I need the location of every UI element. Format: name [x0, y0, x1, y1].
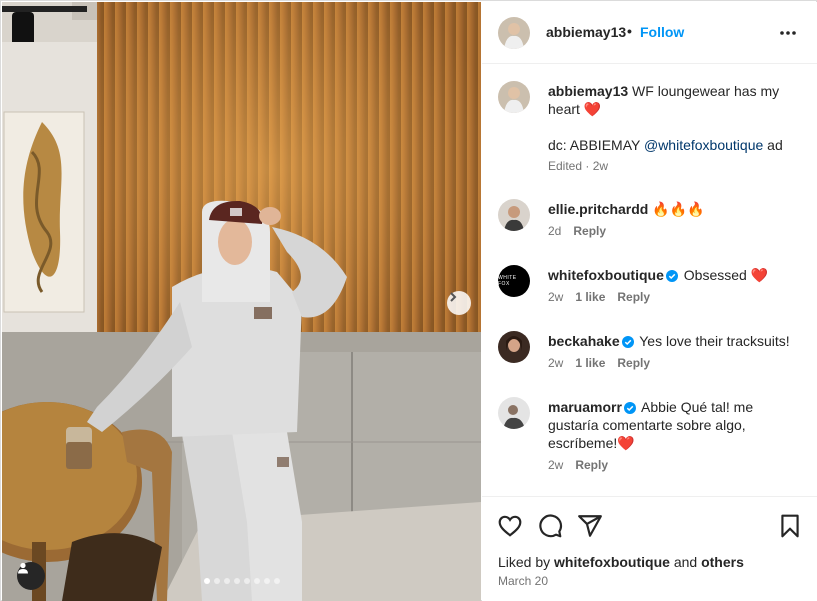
comment-meta: 2w Reply	[548, 458, 620, 472]
reply-button[interactable]: Reply	[617, 290, 650, 304]
post-actions: Liked by whitefoxboutique and others Mar…	[482, 496, 817, 601]
caption-meta: Edited · 2w	[548, 159, 609, 173]
verified-badge-icon	[623, 402, 636, 414]
reply-button[interactable]: Reply	[575, 458, 608, 472]
carousel-dot	[253, 578, 260, 584]
caption-mention[interactable]: @whitefoxboutique	[644, 137, 763, 153]
post-modal: abbiemay13 • Follow abbiemay13 WF lounge…	[0, 0, 817, 601]
comment-meta: 2w 1 like Reply	[548, 356, 662, 370]
author-username[interactable]: abbiemay13	[546, 24, 626, 40]
avatar-brand-text: WHITE FOX	[498, 275, 517, 287]
comment-time: 2d	[548, 224, 562, 238]
carousel-dot	[223, 578, 230, 584]
carousel-dot	[243, 578, 250, 584]
comment-icon[interactable]	[537, 513, 563, 539]
carousel-dot	[213, 578, 220, 584]
chevron-right-icon	[450, 292, 457, 302]
comment-username[interactable]: maruamorr	[548, 399, 622, 415]
comment-meta: 2w 1 like Reply	[548, 290, 662, 304]
caption-avatar[interactable]	[498, 81, 530, 113]
caption-line2-prefix: dc: ABBIEMAY	[548, 137, 644, 153]
comment-avatar[interactable]	[498, 397, 530, 429]
share-icon[interactable]	[577, 513, 603, 539]
header-separator: •	[627, 23, 632, 39]
comment-time: 2w	[548, 356, 564, 370]
comment-likes[interactable]: 1 like	[575, 356, 605, 370]
comment-body: 🔥🔥🔥	[648, 201, 705, 217]
comment-username[interactable]: beckahake	[548, 333, 620, 349]
carousel-dot	[233, 578, 240, 584]
comment-avatar[interactable]	[498, 331, 530, 363]
liked-user[interactable]: whitefoxboutique	[554, 554, 670, 570]
post-date[interactable]: March 20	[498, 574, 548, 588]
liked-and: and	[669, 554, 702, 570]
comment-text: whitefoxboutique Obsessed ❤️	[548, 266, 803, 284]
post-panel: abbiemay13 • Follow abbiemay13 WF lounge…	[482, 2, 817, 601]
photo-illustration	[2, 2, 481, 601]
comment-item: WHITE FOX whitefoxboutique Obsessed ❤️ 2…	[482, 263, 817, 313]
comment-text: beckahake Yes love their tracksuits!	[548, 332, 803, 350]
author-avatar[interactable]	[498, 17, 530, 49]
liked-prefix: Liked by	[498, 554, 555, 570]
caption-text: abbiemay13 WF loungewear has my heart ❤️…	[548, 82, 803, 154]
next-image-button[interactable]	[447, 291, 471, 315]
post-header: abbiemay13 • Follow	[482, 2, 817, 64]
caption-username[interactable]: abbiemay13	[548, 83, 628, 99]
comment-text: maruamorr Abbie Qué tal! me gustaría com…	[548, 398, 803, 452]
verified-badge-icon	[665, 270, 678, 282]
comment-time: 2w	[548, 290, 564, 304]
follow-button[interactable]: Follow	[640, 24, 684, 40]
comment-avatar[interactable]: WHITE FOX	[498, 265, 530, 297]
reply-button[interactable]: Reply	[617, 356, 650, 370]
comment-username[interactable]: whitefoxboutique	[548, 267, 664, 283]
carousel-dot	[203, 578, 210, 584]
liked-others[interactable]: others	[701, 554, 744, 570]
post-photo[interactable]	[2, 2, 481, 601]
comment-time: 2w	[548, 458, 564, 472]
carousel-dot	[263, 578, 270, 584]
comment-body: Yes love their tracksuits!	[635, 333, 790, 349]
comments-list[interactable]: abbiemay13 WF loungewear has my heart ❤️…	[482, 65, 817, 495]
liked-by: Liked by whitefoxboutique and others	[498, 554, 744, 570]
comment-body: Obsessed ❤️	[679, 267, 769, 283]
comment-meta: 2d Reply	[548, 224, 618, 238]
caption-line2-suffix: ad	[763, 137, 783, 153]
carousel-indicator	[2, 578, 481, 584]
comment-username[interactable]: ellie.pritchardd	[548, 201, 648, 217]
tagged-users-button[interactable]	[17, 562, 45, 590]
comment-avatar[interactable]	[498, 199, 530, 231]
reply-button[interactable]: Reply	[573, 224, 606, 238]
more-horizontal-icon[interactable]	[778, 23, 798, 43]
caption: abbiemay13 WF loungewear has my heart ❤️…	[482, 79, 817, 179]
comment-item: maruamorr Abbie Qué tal! me gustaría com…	[482, 395, 817, 475]
user-icon	[18, 562, 28, 574]
save-bookmark-icon[interactable]	[777, 513, 803, 539]
comment-item: beckahake Yes love their tracksuits! 2w 1…	[482, 329, 817, 379]
verified-badge-icon	[621, 336, 634, 348]
carousel-dot	[273, 578, 280, 584]
comment-text: ellie.pritchardd 🔥🔥🔥	[548, 200, 803, 218]
heart-icon[interactable]	[497, 513, 523, 539]
comment-likes[interactable]: 1 like	[575, 290, 605, 304]
comment-item: ellie.pritchardd 🔥🔥🔥 2d Reply	[482, 197, 817, 247]
